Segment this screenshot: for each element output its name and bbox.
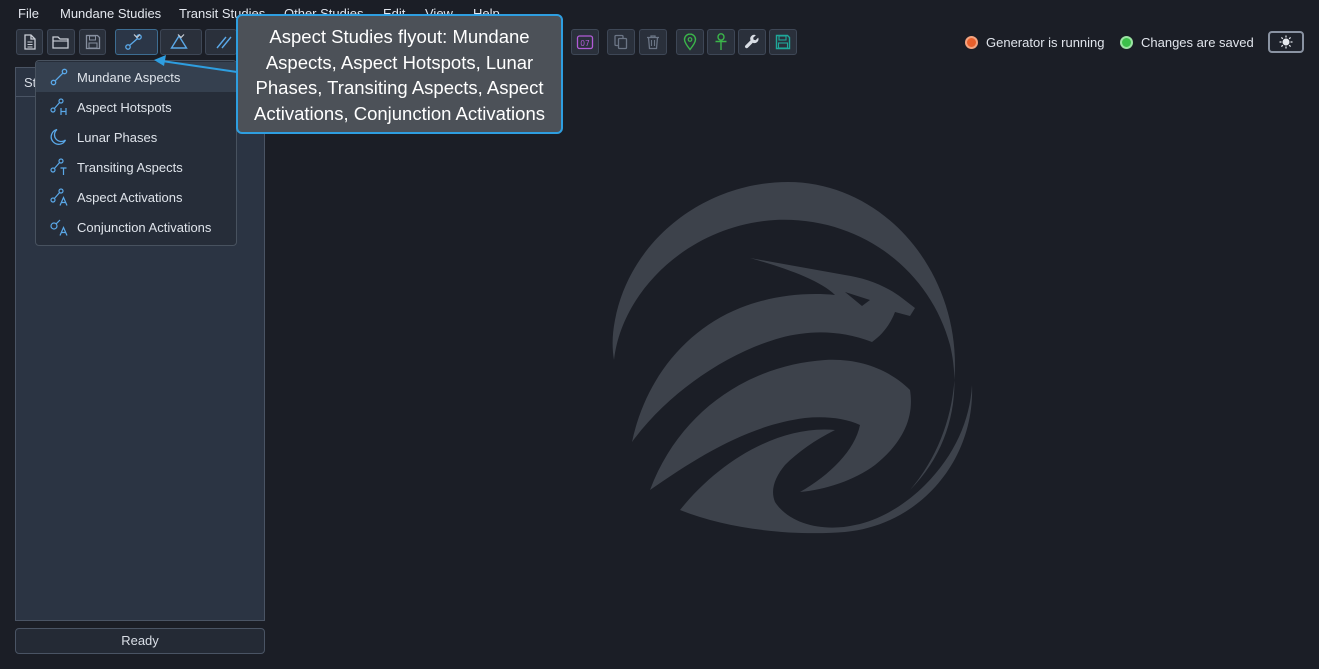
triangle-studies-dropdown[interactable]	[160, 29, 202, 55]
save-disk-icon	[85, 34, 100, 50]
status-bar: Ready	[15, 628, 265, 654]
saved-status: Changes are saved	[1120, 35, 1254, 50]
calendar-day: 07	[580, 39, 590, 48]
menu-file[interactable]: File	[18, 6, 39, 21]
aspect-studies-flyout: Mundane Aspects Aspect Hotspots Lunar Ph…	[35, 60, 237, 246]
generator-status-dot	[965, 36, 978, 49]
delete-button[interactable]	[639, 29, 667, 55]
copy-icon	[614, 34, 628, 50]
ankh-icon	[715, 33, 727, 50]
parallel-studies-dropdown[interactable]	[205, 29, 237, 55]
wrench-icon	[745, 34, 759, 49]
flyout-item-mundane-aspects[interactable]: Mundane Aspects	[36, 62, 236, 92]
flyout-item-lunar-phases[interactable]: Lunar Phases	[36, 122, 236, 152]
copy-button[interactable]	[607, 29, 635, 55]
flyout-item-label: Lunar Phases	[77, 130, 158, 145]
save-green-icon	[775, 34, 791, 50]
lunar-phases-icon	[50, 128, 67, 145]
aspect-studies-dropdown[interactable]	[115, 29, 158, 55]
flyout-item-aspect-hotspots[interactable]: Aspect Hotspots	[36, 92, 236, 122]
theme-toggle-button[interactable]	[1268, 31, 1304, 53]
sun-icon	[1279, 35, 1293, 49]
new-button[interactable]	[16, 29, 43, 55]
mundane-aspects-icon	[50, 68, 68, 86]
menu-bar: File Mundane Studies Transit Studies Oth…	[0, 0, 1319, 28]
callout-line: Aspects, Aspect Hotspots, Lunar	[265, 51, 534, 73]
open-button[interactable]	[47, 29, 75, 55]
saved-status-dot	[1120, 36, 1133, 49]
new-file-icon	[23, 34, 36, 50]
eagle-logo	[612, 182, 973, 534]
saved-status-text: Changes are saved	[1141, 35, 1254, 50]
callout-line: Phases, Transiting Aspects, Aspect	[255, 77, 544, 98]
annotation-callout: Aspect Studies flyout: Mundane Aspects, …	[236, 14, 563, 134]
location-button[interactable]	[676, 29, 704, 55]
ankh-button[interactable]	[707, 29, 735, 55]
location-pin-icon	[683, 33, 697, 51]
open-folder-icon	[52, 36, 69, 49]
flyout-item-label: Transiting Aspects	[77, 160, 183, 175]
parallel-lines-icon	[216, 36, 232, 49]
conjunction-activations-icon	[50, 219, 68, 236]
calendar-button[interactable]: 07	[571, 29, 599, 55]
transiting-aspects-icon	[50, 158, 67, 175]
flyout-item-label: Aspect Activations	[77, 190, 183, 205]
save-button[interactable]	[79, 29, 106, 55]
calendar-icon: 07	[576, 35, 594, 50]
trash-icon	[647, 35, 659, 50]
flyout-item-transiting-aspects[interactable]: Transiting Aspects	[36, 152, 236, 182]
callout-line: Aspect Studies flyout: Mundane	[269, 26, 530, 47]
callout-line: Activations, Conjunction Activations	[253, 102, 545, 124]
flyout-item-conjunction-activations[interactable]: Conjunction Activations	[36, 212, 236, 242]
aspect-activations-icon	[50, 188, 68, 206]
generator-status-text: Generator is running	[986, 35, 1105, 50]
chevron-down-icon	[133, 34, 140, 39]
flyout-item-label: Conjunction Activations	[77, 220, 212, 235]
tools-button[interactable]	[738, 29, 766, 55]
menu-mundane-studies[interactable]: Mundane Studies	[60, 6, 161, 21]
flyout-item-label: Aspect Hotspots	[77, 100, 172, 115]
chevron-down-icon	[177, 34, 185, 39]
save-green-button[interactable]	[769, 29, 797, 55]
generator-status: Generator is running	[965, 35, 1105, 50]
flyout-item-aspect-activations[interactable]: Aspect Activations	[36, 182, 236, 212]
aspect-hotspots-icon	[50, 98, 67, 115]
flyout-item-label: Mundane Aspects	[77, 70, 181, 85]
